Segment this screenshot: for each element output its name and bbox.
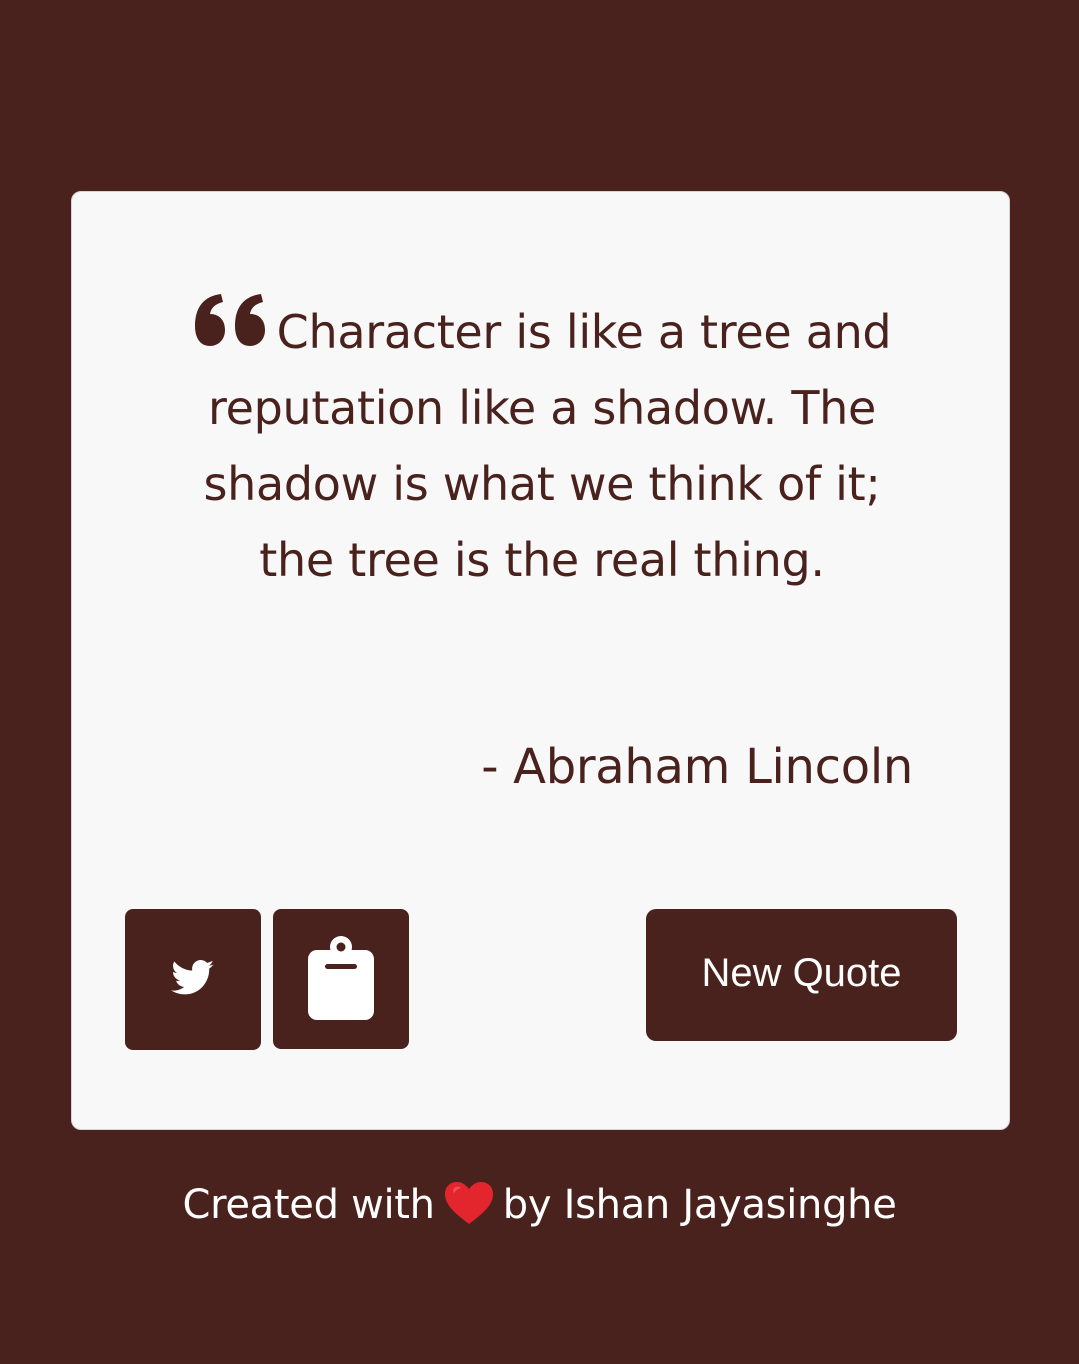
copy-button[interactable] (273, 909, 409, 1049)
tweet-button[interactable] (125, 909, 261, 1050)
clipboard-icon (308, 935, 374, 1023)
heart-icon (443, 1180, 495, 1226)
quote-text: Character is like a tree and reputation … (203, 305, 892, 587)
footer-suffix: by Ishan Jayasinghe (502, 1182, 897, 1228)
twitter-icon (171, 960, 215, 999)
quote-card: Character is like a tree and reputation … (71, 191, 1010, 1130)
footer-prefix: Created with (182, 1182, 435, 1228)
quote-left-icon (193, 292, 269, 348)
quote-container: Character is like a tree and reputation … (172, 292, 912, 598)
footer-credit: Created with by Ishan Jayasinghe (0, 1170, 1079, 1240)
new-quote-button[interactable]: New Quote (646, 909, 957, 1041)
quote-author: - Abraham Lincoln (481, 739, 913, 795)
